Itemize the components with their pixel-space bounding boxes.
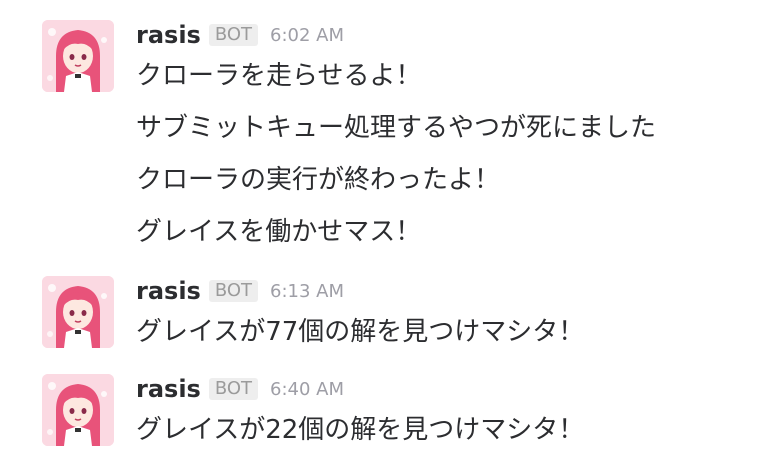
message-header: rasis BOT 6:13 AM: [136, 276, 756, 306]
timestamp-link[interactable]: 6:40 AM: [270, 379, 344, 400]
message-text: サブミットキュー処理するやつが死にました: [136, 113, 657, 143]
bot-avatar[interactable]: [42, 20, 114, 92]
message-text: クローラの実行が終わったよ！: [136, 165, 501, 195]
message-header: rasis BOT 6:02 AM: [136, 20, 756, 50]
username-link[interactable]: rasis: [136, 277, 201, 305]
anime-girl-avatar-icon: [42, 276, 114, 348]
username-link[interactable]: rasis: [136, 375, 201, 403]
message-header: rasis BOT 6:40 AM: [136, 374, 756, 404]
message-text: グレイスを働かせマス！: [136, 217, 422, 247]
message-content: rasis BOT 6:40 AM グレイスが22個の解を見つけマシタ！: [136, 374, 756, 456]
bot-badge: BOT: [208, 24, 259, 46]
bot-avatar[interactable]: [42, 276, 114, 348]
anime-girl-avatar-icon: [42, 20, 114, 92]
bot-badge: BOT: [208, 280, 259, 302]
username-link[interactable]: rasis: [136, 21, 201, 49]
anime-girl-avatar-icon: [42, 374, 114, 446]
message-content: rasis BOT 6:13 AM グレイスが77個の解を見つけマシタ！: [136, 276, 756, 358]
bot-avatar[interactable]: [42, 374, 114, 446]
message-content: rasis BOT 6:02 AM クローラを走らせるよ！ サブミットキュー処理…: [136, 20, 756, 258]
bot-badge: BOT: [208, 378, 259, 400]
message-text: グレイスが22個の解を見つけマシタ！: [136, 415, 585, 445]
timestamp-link[interactable]: 6:13 AM: [270, 281, 344, 302]
message-text: クローラを走らせるよ！: [136, 61, 422, 91]
timestamp-link[interactable]: 6:02 AM: [270, 25, 344, 46]
message-feed: rasis BOT 6:02 AM クローラを走らせるよ！ サブミットキュー処理…: [0, 0, 776, 468]
message-text: グレイスが77個の解を見つけマシタ！: [136, 317, 585, 347]
